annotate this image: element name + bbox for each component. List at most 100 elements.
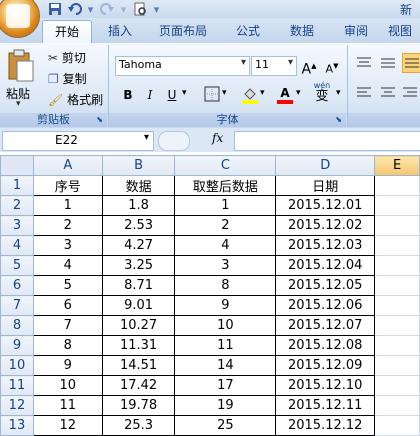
cell-d[interactable]: 2015.12.07	[275, 315, 376, 336]
row-header[interactable]: 5	[0, 255, 34, 276]
tab-insert[interactable]: 插入	[98, 20, 142, 43]
cell-e[interactable]	[374, 295, 420, 316]
cell-a[interactable]: 1	[32, 195, 103, 216]
cell-b[interactable]: 9.01	[101, 295, 176, 316]
tab-review[interactable]: 审阅	[334, 20, 378, 43]
cell-b[interactable]: 4.27	[101, 235, 176, 256]
cell-b[interactable]: 11.31	[101, 335, 176, 356]
align-center-button[interactable]	[378, 85, 398, 105]
customize-toolbar-icon[interactable]: ▾	[148, 1, 165, 18]
row-header[interactable]: 7	[0, 295, 34, 316]
align-bottom-button[interactable]	[402, 53, 420, 73]
cell-d[interactable]: 2015.12.09	[275, 355, 376, 376]
undo-icon[interactable]	[66, 1, 83, 18]
cell-a[interactable]: 5	[32, 275, 103, 296]
formula-resize-handle[interactable]	[158, 131, 190, 151]
fill-color-dropdown-icon[interactable]: ▾	[260, 88, 265, 98]
cell-c[interactable]: 17	[174, 375, 277, 396]
cell-a[interactable]: 12	[32, 415, 103, 436]
cell-a[interactable]: 10	[32, 375, 103, 396]
row-header[interactable]: 3	[0, 215, 34, 236]
font-color-dropdown-icon[interactable]: ▾	[296, 88, 301, 98]
cell-b[interactable]: 14.51	[101, 355, 176, 376]
cell-e[interactable]	[374, 235, 420, 256]
align-right-button[interactable]	[400, 85, 420, 105]
cell-e[interactable]	[374, 275, 420, 296]
cell-d[interactable]: 2015.12.02	[275, 215, 376, 236]
tab-view[interactable]: 视图	[388, 20, 420, 43]
row-header[interactable]: 4	[0, 235, 34, 256]
formula-input[interactable]	[234, 131, 420, 151]
cell-a[interactable]: 序号	[32, 175, 103, 196]
tab-page-layout[interactable]: 页面布局	[150, 20, 216, 43]
cell-c[interactable]: 1	[174, 195, 277, 216]
cell-c[interactable]: 2	[174, 215, 277, 236]
cell-c[interactable]: 9	[174, 295, 277, 316]
font-color-button[interactable]: A	[275, 83, 295, 104]
insert-function-button[interactable]: fx	[212, 131, 223, 145]
grow-font-button[interactable]: A▲	[299, 56, 319, 78]
align-top-button[interactable]	[354, 55, 374, 75]
align-left-button[interactable]	[354, 85, 374, 105]
row-header[interactable]: 12	[0, 395, 34, 416]
cell-c[interactable]: 取整后数据	[174, 175, 277, 196]
cell-e[interactable]	[374, 315, 420, 336]
cell-b[interactable]: 数据	[101, 175, 176, 196]
cell-e[interactable]	[374, 175, 420, 196]
cell-d[interactable]: 2015.12.12	[275, 415, 376, 436]
cell-c[interactable]: 8	[174, 275, 277, 296]
row-header[interactable]: 1	[0, 175, 34, 196]
cell-d[interactable]: 2015.12.08	[275, 335, 376, 356]
format-painter-button[interactable]: 🖌 格式刷	[48, 91, 103, 110]
print-preview-icon[interactable]	[131, 1, 148, 18]
cell-c[interactable]: 14	[174, 355, 277, 376]
cell-b[interactable]: 10.27	[101, 315, 176, 336]
row-header[interactable]: 9	[0, 335, 34, 356]
cell-c[interactable]: 10	[174, 315, 277, 336]
tab-formulas[interactable]: 公式	[226, 20, 270, 43]
font-size-select[interactable]: 11 ▾	[251, 56, 297, 76]
cell-a[interactable]: 4	[32, 255, 103, 276]
phonetic-guide-button[interactable]: wén 变	[309, 81, 335, 107]
save-icon[interactable]	[46, 1, 63, 18]
undo-dropdown-icon[interactable]: ▾	[82, 1, 99, 18]
column-header-e[interactable]: E	[374, 155, 420, 176]
row-header[interactable]: 13	[0, 415, 34, 436]
cell-b[interactable]: 8.71	[101, 275, 176, 296]
fill-color-button[interactable]	[240, 85, 260, 105]
cell-a[interactable]: 3	[32, 235, 103, 256]
cell-d[interactable]: 日期	[275, 175, 376, 196]
underline-dropdown-icon[interactable]: ▾	[182, 88, 187, 98]
cell-c[interactable]: 3	[174, 255, 277, 276]
cell-c[interactable]: 25	[174, 415, 277, 436]
tab-home[interactable]: 开始	[42, 20, 92, 44]
cell-a[interactable]: 7	[32, 315, 103, 336]
cell-a[interactable]: 6	[32, 295, 103, 316]
cell-e[interactable]	[374, 415, 420, 436]
cell-b[interactable]: 25.3	[101, 415, 176, 436]
cell-e[interactable]	[374, 255, 420, 276]
borders-button[interactable]	[202, 85, 222, 105]
cell-c[interactable]: 11	[174, 335, 277, 356]
cell-a[interactable]: 11	[32, 395, 103, 416]
column-header-b[interactable]: B	[101, 155, 176, 176]
name-box[interactable]: E22 ▾	[2, 131, 154, 151]
cut-button[interactable]: ✂ 剪切	[48, 49, 86, 68]
cell-d[interactable]: 2015.12.05	[275, 275, 376, 296]
cell-e[interactable]	[374, 335, 420, 356]
shrink-font-button[interactable]: A▼	[322, 56, 342, 76]
redo-dropdown-icon[interactable]: ▾	[115, 1, 132, 18]
cell-d[interactable]: 2015.12.11	[275, 395, 376, 416]
column-header-c[interactable]: C	[174, 155, 277, 176]
tab-data[interactable]: 数据	[280, 20, 324, 43]
cell-a[interactable]: 8	[32, 335, 103, 356]
row-header[interactable]: 2	[0, 195, 34, 216]
cell-b[interactable]: 17.42	[101, 375, 176, 396]
row-header[interactable]: 6	[0, 275, 34, 296]
cell-d[interactable]: 2015.12.01	[275, 195, 376, 216]
column-header-a[interactable]: A	[32, 155, 103, 176]
underline-button[interactable]: U	[162, 85, 182, 105]
font-launcher-icon[interactable]: ⬊	[335, 113, 342, 127]
copy-button[interactable]: ❐ 复制	[48, 70, 87, 89]
select-all-corner[interactable]	[0, 155, 34, 176]
